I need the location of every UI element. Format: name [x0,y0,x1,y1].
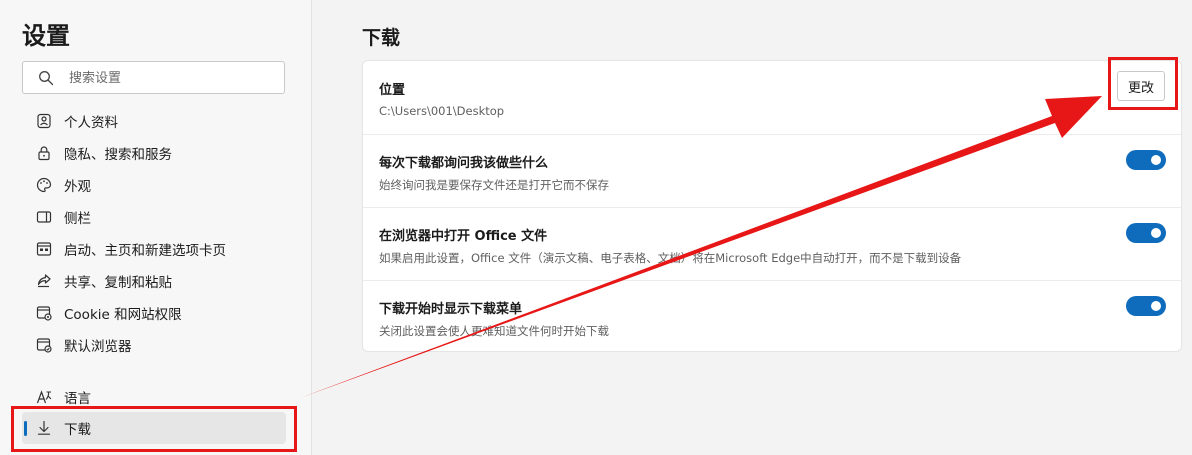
sidebar-item-profile[interactable]: 个人资料 [22,107,286,135]
setting-title: 下载开始时显示下载菜单 [379,302,523,317]
sidebar-item-downloads[interactable]: 下载 [22,412,286,444]
sidebar-item-label: 共享、复制和粘贴 [64,275,172,291]
sidebar-item-label: 启动、主页和新建选项卡页 [64,243,226,259]
share-icon [37,274,51,288]
sidebar-item-label: 侧栏 [64,211,91,227]
download-icon [37,420,51,435]
active-indicator [24,421,27,436]
ask-each-download-toggle[interactable] [1126,150,1166,170]
sidebar-item-label: 隐私、搜索和服务 [64,147,172,163]
sidebar-item-label: 下载 [64,422,91,438]
search-icon [39,71,54,86]
downloads-settings-card: 位置 C:\Users\001\Desktop 更改 每次下载都询问我该做些什么… [362,60,1182,352]
setting-title: 在浏览器中打开 Office 文件 [379,229,548,244]
sidebar-item-appearance[interactable]: 外观 [22,171,286,199]
default-browser-icon [36,338,52,353]
new-tab-page-icon [36,242,52,256]
profile-icon [37,113,51,129]
sidebar-item-label: Cookie 和网站权限 [64,307,182,323]
location-row: 位置 C:\Users\001\Desktop 更改 [363,61,1181,135]
search-box[interactable] [22,61,285,94]
setting-description: 关闭此设置会使人更难知道文件何时开始下载 [379,324,609,338]
sidebar-item-share[interactable]: 共享、复制和粘贴 [22,267,286,295]
setting-row-open-office-files: 在浏览器中打开 Office 文件 如果启用此设置，Office 文件（演示文稿… [363,207,1181,281]
show-downloads-menu-toggle[interactable] [1126,296,1166,316]
settings-sidebar: 设置 个人资料 隐私、搜索和服务 外观 [0,0,312,455]
settings-title: 设置 [22,22,70,50]
search-input[interactable] [67,67,281,90]
sidebar-panel-icon [36,211,52,223]
sidebar-item-default-browser[interactable]: 默认浏览器 [22,331,286,359]
sidebar-item-label: 默认浏览器 [64,339,132,355]
sidebar-item-cookies[interactable]: Cookie 和网站权限 [22,299,286,327]
sidebar-item-sidebar[interactable]: 侧栏 [22,203,286,231]
sidebar-item-privacy[interactable]: 隐私、搜索和服务 [22,139,286,167]
toggle-knob [1151,228,1161,238]
location-path: C:\Users\001\Desktop [379,104,505,118]
toggle-knob [1151,155,1161,165]
change-location-button[interactable]: 更改 [1117,71,1165,101]
location-title: 位置 [379,83,406,98]
sidebar-item-startup[interactable]: 启动、主页和新建选项卡页 [22,235,286,263]
sidebar-item-label: 外观 [64,179,91,195]
palette-icon [36,177,52,193]
language-icon [36,390,52,404]
setting-description: 如果启用此设置，Office 文件（演示文稿、电子表格、文档）将在Microso… [379,251,962,265]
page-title: 下载 [362,27,401,49]
setting-row-show-downloads-menu: 下载开始时显示下载菜单 关闭此设置会使人更难知道文件何时开始下载 [363,280,1181,353]
toggle-knob [1151,301,1161,311]
open-office-files-toggle[interactable] [1126,223,1166,243]
sidebar-item-label: 个人资料 [64,115,118,131]
sidebar-item-label: 语言 [64,391,91,407]
setting-description: 始终询问我是要保存文件还是打开它而不保存 [379,178,609,192]
setting-title: 每次下载都询问我该做些什么 [379,156,549,171]
setting-row-ask-each-download: 每次下载都询问我该做些什么 始终询问我是要保存文件还是打开它而不保存 [363,134,1181,208]
lock-icon [38,146,50,161]
site-permissions-icon [36,306,52,321]
sidebar-item-languages[interactable]: 语言 [22,383,286,411]
